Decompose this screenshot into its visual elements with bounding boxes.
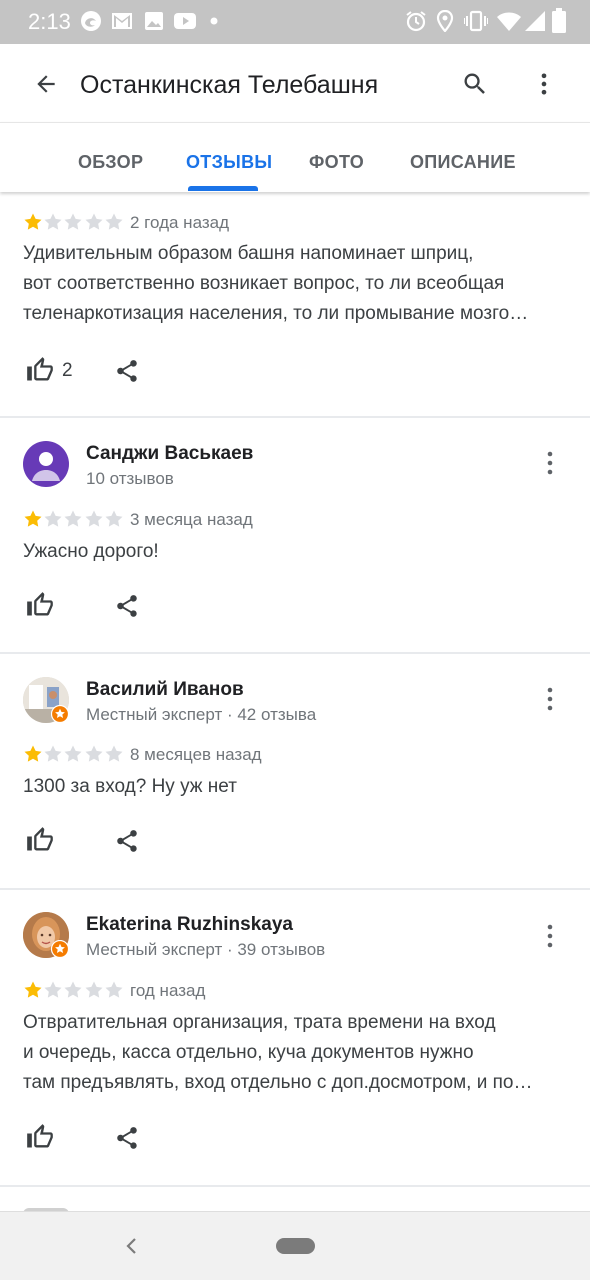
avatar[interactable] [23, 441, 69, 487]
default-avatar-icon [32, 452, 60, 481]
review-date: 8 месяцев назад [130, 745, 262, 764]
divider [0, 1185, 590, 1187]
signal-icon [525, 11, 545, 31]
dot-icon [210, 17, 218, 25]
thumb-up-icon[interactable] [26, 1123, 54, 1151]
review-text-line: и очередь, касса отдельно, куча документ… [23, 1042, 474, 1063]
review-author[interactable]: Василий Иванов [86, 679, 244, 701]
gmail-icon [112, 13, 132, 29]
thumb-up-icon[interactable] [26, 356, 54, 384]
tab-reviews[interactable]: ОТЗЫВЫ [186, 152, 272, 173]
review-author-meta: Местный эксперт · 39 отзывов [86, 940, 326, 959]
star-empty-icon [105, 981, 123, 998]
review-author-meta: 10 отзывов [86, 469, 174, 488]
review-card: Ekaterina Ruzhinskaya Местный эксперт · … [0, 890, 590, 1185]
status-bar: 2:13 [0, 0, 590, 44]
star-filled-icon [24, 981, 42, 998]
thumb-up-icon[interactable] [26, 826, 54, 854]
wifi-icon [497, 12, 521, 31]
star-empty-icon [44, 213, 62, 230]
nav-back-icon[interactable] [122, 1236, 142, 1256]
tab-bar: ОБЗОР ОТЗЫВЫ ФОТО ОПИСАНИЕ [0, 122, 590, 192]
photo-icon [145, 12, 163, 30]
star-filled-icon [24, 510, 42, 527]
review-text: Удивительным образом башня напоминает шп… [23, 239, 568, 329]
star-empty-icon [44, 981, 62, 998]
star-empty-icon [85, 510, 103, 527]
review-date: 2 года назад [130, 213, 230, 232]
review-text-line: Отвратительная организация, трата времен… [23, 1012, 496, 1033]
alarm-icon [406, 11, 426, 32]
star-empty-icon [105, 745, 123, 762]
review-card: 2 года назад Удивительным образом башня … [0, 192, 590, 416]
tab-photos[interactable]: ФОТО [309, 152, 364, 173]
review-text-line: там предъявлять, вход отдельно с доп.дос… [23, 1072, 533, 1093]
review-date: год назад [130, 981, 206, 1000]
review-text-line: теленаркотизация населения, то ли промыв… [23, 303, 529, 324]
rating-stars [23, 744, 124, 764]
star-empty-icon [85, 745, 103, 762]
share-icon[interactable] [114, 828, 140, 854]
review-date: 3 месяца назад [130, 510, 253, 529]
local-guide-badge-icon [51, 705, 69, 723]
star-empty-icon [64, 213, 82, 230]
like-count: 2 [62, 360, 73, 381]
star-empty-icon [105, 510, 123, 527]
review-author[interactable]: Санджи Васькаев [86, 443, 253, 465]
rating-stars [23, 980, 124, 1000]
battery-icon [552, 8, 566, 33]
vibrate-icon [464, 10, 488, 32]
rating-stars [23, 509, 124, 529]
star-empty-icon [105, 213, 123, 230]
star-empty-icon [85, 981, 103, 998]
edge-icon [81, 11, 101, 31]
star-filled-icon [24, 745, 42, 762]
share-icon[interactable] [114, 1125, 140, 1151]
nav-home-pill-icon[interactable] [276, 1238, 315, 1254]
system-nav-bar [0, 1211, 590, 1280]
arrow-back-icon[interactable] [33, 71, 59, 97]
star-empty-icon [64, 981, 82, 998]
search-icon[interactable] [461, 70, 489, 98]
review-text-line: вот соответственно возникает вопрос, то … [23, 273, 505, 294]
rating-stars [23, 212, 124, 232]
status-time: 2:13 [28, 9, 71, 34]
local-guide-badge-icon [51, 940, 69, 958]
youtube-icon [174, 13, 196, 29]
star-filled-icon [24, 213, 42, 230]
star-empty-icon [44, 745, 62, 762]
review-card: Санджи Васькаев 10 отзывов 3 месяца наза… [0, 418, 590, 652]
tab-description[interactable]: ОПИСАНИЕ [410, 152, 516, 173]
active-tab-indicator [188, 186, 258, 191]
star-empty-icon [64, 510, 82, 527]
review-text: Отвратительная организация, трата времен… [23, 1008, 568, 1098]
more-vert-icon[interactable] [540, 686, 560, 712]
tab-overview[interactable]: ОБЗОР [78, 152, 143, 173]
page-title: Останкинская Телебашня [80, 71, 379, 99]
more-vert-icon[interactable] [540, 923, 560, 949]
thumb-up-icon[interactable] [26, 591, 54, 619]
review-author-meta: Местный эксперт · 42 отзыва [86, 705, 317, 724]
review-text: 1300 за вход? Ну уж нет [23, 772, 568, 802]
star-empty-icon [85, 213, 103, 230]
review-text-line: Ужасно дорого! [23, 541, 159, 562]
share-icon[interactable] [114, 593, 140, 619]
star-empty-icon [64, 745, 82, 762]
more-vert-icon[interactable] [530, 70, 558, 98]
review-text: Ужасно дорого! [23, 537, 568, 567]
review-author[interactable]: Ekaterina Ruzhinskaya [86, 914, 293, 936]
app-bar: Останкинская Телебашня [0, 44, 590, 122]
review-text-line: 1300 за вход? Ну уж нет [23, 776, 237, 797]
star-empty-icon [44, 510, 62, 527]
more-vert-icon[interactable] [540, 450, 560, 476]
review-card: Василий Иванов Местный эксперт · 42 отзы… [0, 654, 590, 888]
share-icon[interactable] [114, 358, 140, 384]
review-text-line: Удивительным образом башня напоминает шп… [23, 243, 474, 264]
location-icon [436, 10, 454, 32]
